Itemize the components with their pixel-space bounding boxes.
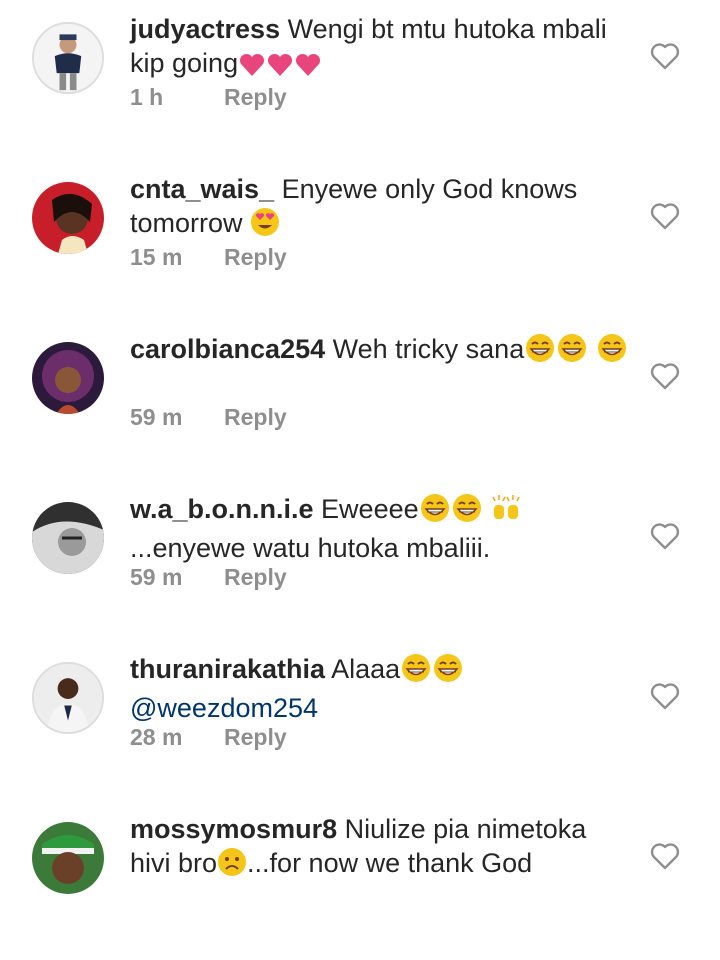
heart-outline-icon[interactable] — [650, 362, 680, 390]
comment-text: thuranirakathia Alaaa @weezdom254 — [130, 652, 630, 725]
comment-body: Weh tricky sana — [332, 334, 525, 364]
comment-text: judyactress Wengi bt mtu hutoka mbali ki… — [130, 12, 630, 85]
comment-meta: 15 m Reply — [130, 244, 287, 271]
pink-heart-emoji-icon — [294, 51, 322, 85]
comment-item: carolbianca254 Weh tricky sana 59 m Reply — [0, 320, 720, 480]
comment-username[interactable]: w.a_b.o.n.n.i.e — [130, 494, 314, 524]
avatar[interactable] — [32, 22, 104, 94]
comment-text: w.a_b.o.n.n.i.e Eweeee ...enyewe watu hu… — [130, 492, 630, 565]
comment-body: Eweeee — [321, 494, 419, 524]
comment-time: 15 m — [130, 244, 183, 270]
reply-button[interactable]: Reply — [224, 404, 287, 431]
raised-hands-emoji-icon — [490, 493, 522, 531]
comment-time: 1 h — [130, 84, 164, 110]
frowning-emoji-icon — [217, 847, 247, 885]
comment-item: judyactress Wengi bt mtu hutoka mbali ki… — [0, 0, 720, 160]
comment-time: 59 m — [130, 564, 183, 590]
pink-heart-emoji-icon — [266, 51, 294, 85]
heart-outline-icon[interactable] — [650, 842, 680, 870]
comment-time: 28 m — [130, 724, 183, 750]
comment-username[interactable]: carolbianca254 — [130, 334, 325, 364]
avatar[interactable] — [32, 342, 104, 414]
heart-eyes-emoji-icon — [250, 207, 280, 245]
comment-text: mossymosmur8 Niulize pia nimetoka hivi b… — [130, 812, 630, 885]
comment-body: ...for now we thank God — [247, 848, 533, 878]
comment-body: Alaaa — [331, 654, 401, 684]
avatar[interactable] — [32, 502, 104, 574]
reply-button[interactable]: Reply — [224, 564, 287, 591]
heart-outline-icon[interactable] — [650, 682, 680, 710]
comment-meta: 28 m Reply — [130, 724, 287, 751]
pink-heart-emoji-icon — [238, 51, 266, 85]
heart-outline-icon[interactable] — [650, 42, 680, 70]
grinning-emoji-icon — [556, 333, 588, 371]
comment-item: w.a_b.o.n.n.i.e Eweeee ...enyewe watu hu… — [0, 480, 720, 640]
comment-username[interactable]: judyactress — [130, 14, 280, 44]
comment-text: carolbianca254 Weh tricky sana — [130, 332, 630, 371]
comment-meta: 59 m Reply — [130, 564, 287, 591]
reply-button[interactable]: Reply — [224, 724, 287, 751]
comment-username[interactable]: cnta_wais_ — [130, 174, 274, 204]
avatar[interactable] — [32, 662, 104, 734]
comment-time: 59 m — [130, 404, 183, 430]
grinning-emoji-icon — [524, 333, 556, 371]
grinning-emoji-icon — [419, 493, 451, 531]
reply-button[interactable]: Reply — [224, 244, 287, 271]
heart-outline-icon[interactable] — [650, 522, 680, 550]
comment-item: cnta_wais_ Enyewe only God knows tomorro… — [0, 160, 720, 320]
grinning-emoji-icon — [400, 653, 432, 691]
avatar[interactable] — [32, 182, 104, 254]
comment-meta: 59 m Reply — [130, 404, 287, 431]
grinning-emoji-icon — [596, 333, 628, 371]
comment-item: thuranirakathia Alaaa @weezdom254 28 m Rep… — [0, 640, 720, 800]
avatar[interactable] — [32, 822, 104, 894]
comment-item: mossymosmur8 Niulize pia nimetoka hivi b… — [0, 800, 720, 960]
comment-body: ...enyewe watu hutoka mbaliii. — [130, 533, 491, 563]
heart-outline-icon[interactable] — [650, 202, 680, 230]
comment-username[interactable]: thuranirakathia — [130, 654, 325, 684]
grinning-emoji-icon — [432, 653, 464, 691]
comment-text: cnta_wais_ Enyewe only God knows tomorro… — [130, 172, 630, 245]
comment-meta: 1 h Reply — [130, 84, 287, 111]
grinning-emoji-icon — [451, 493, 483, 531]
user-mention-link[interactable]: @weezdom254 — [130, 693, 318, 723]
comment-username[interactable]: mossymosmur8 — [130, 814, 337, 844]
reply-button[interactable]: Reply — [224, 84, 287, 111]
